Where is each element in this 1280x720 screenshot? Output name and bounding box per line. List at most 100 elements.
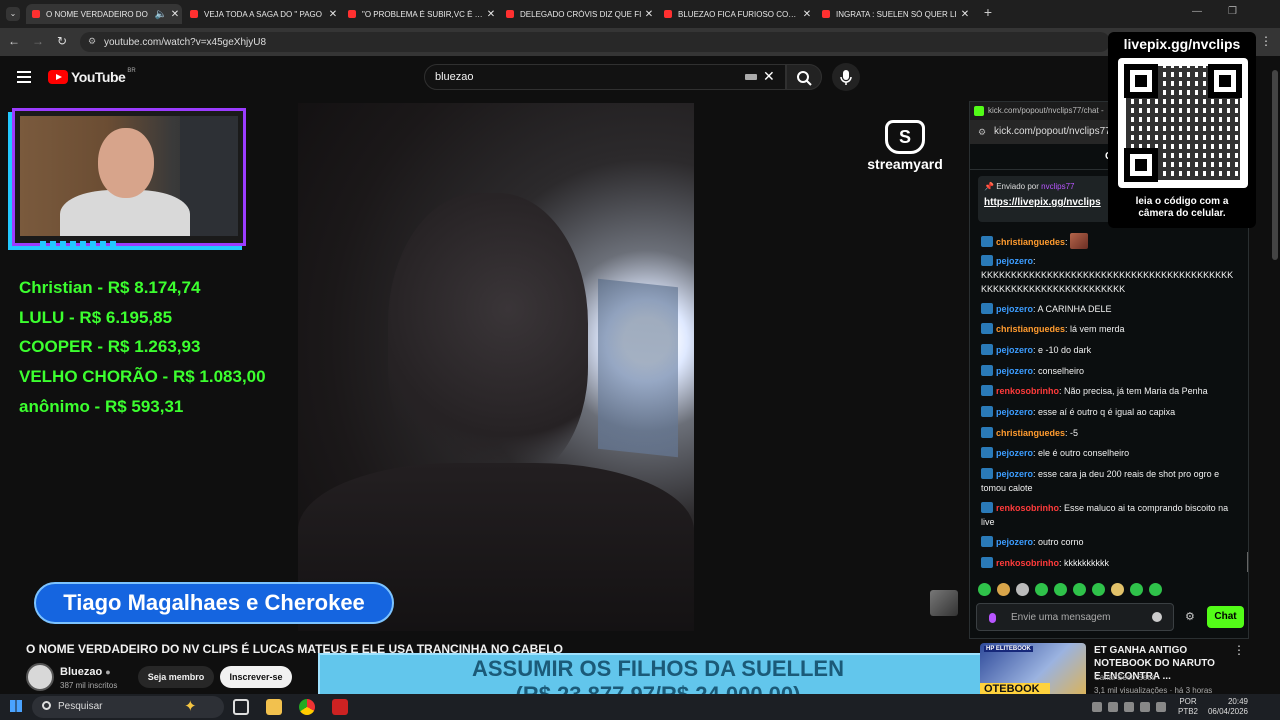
badge-icon [981, 427, 993, 438]
chat-message-input[interactable]: Envie uma mensagem [976, 603, 1174, 631]
site-info-icon[interactable]: ⚙ [978, 120, 986, 144]
chat-scrollbar[interactable] [1247, 552, 1248, 572]
copilot-sparkle-icon[interactable]: ✦ [184, 697, 197, 715]
network-icon[interactable] [1156, 702, 1166, 712]
page-scrollbar[interactable] [1272, 70, 1278, 260]
youtube-favicon-icon [506, 10, 514, 18]
tab-1[interactable]: VEJA TODA A SAGA DO " PAGO ✕ [184, 4, 340, 24]
badge-icon [981, 236, 993, 247]
youtube-play-icon [48, 70, 68, 84]
forward-icon[interactable]: → [30, 34, 46, 48]
keyboard-layout: PTB2 [1178, 707, 1199, 716]
chat-message: pejozero: esse cara ja deu 200 reais de … [981, 468, 1220, 493]
channel-name[interactable]: Bluezao ● [60, 666, 111, 678]
chat-message: renkosobrinho: Não precisa, já tem Maria… [981, 384, 1236, 398]
close-tab-icon[interactable]: ✕ [958, 9, 972, 20]
emote-icon[interactable] [1073, 583, 1086, 596]
tray-app-icon[interactable] [1108, 702, 1118, 712]
keyboard-icon[interactable] [745, 74, 757, 80]
clock[interactable]: 20:49 06/04/2026 [1202, 697, 1248, 717]
qr-caption-line: leia o código com a [1135, 196, 1229, 207]
tab-5[interactable]: INGRATA : SUELEN SÓ QUER LI ✕ [816, 4, 972, 24]
qr-code [1118, 58, 1248, 188]
pinned-by: 📌 Enviado por nvclips77 [984, 182, 1075, 191]
task-view-icon[interactable] [233, 699, 249, 715]
emote-icon[interactable] [1149, 583, 1162, 596]
tab-2[interactable]: "O PROBLEMA É SUBIR,VC É BR ✕ [342, 4, 498, 24]
emote-icon[interactable] [997, 583, 1010, 596]
emote-icon[interactable] [1092, 583, 1105, 596]
browser-menu-icon[interactable]: ⋮ [1258, 34, 1274, 48]
thumbnail-tag: HP ELITEBOOK [984, 646, 1033, 652]
language-indicator[interactable]: POR PTB2 [1178, 697, 1198, 717]
chat-settings-icon[interactable]: ⚙ [1185, 610, 1195, 623]
chat-message: renkosobrinho: Esse maluco ai ta compran… [981, 502, 1229, 527]
chat-message: pejozero: A CARINHA DELE [981, 302, 1236, 316]
close-tab-icon[interactable]: ✕ [800, 9, 814, 20]
tab-4[interactable]: BLUEZAO FICA FURIOSO COM N ✕ [658, 4, 814, 24]
chrome-icon[interactable] [299, 699, 315, 715]
tab-search-button[interactable]: ⌄ [6, 7, 20, 21]
chat-message: pejozero: outro corno [981, 535, 1236, 549]
back-icon[interactable]: ← [6, 34, 22, 48]
badge-icon [981, 406, 993, 417]
tray-app-icon[interactable] [1124, 702, 1134, 712]
search-input[interactable]: bluezao [424, 64, 786, 90]
maximize-icon[interactable]: ❐ [1228, 6, 1237, 17]
streamyard-logo: S streamyard [862, 120, 948, 172]
emoji-picker-icon[interactable] [1152, 612, 1162, 622]
tab-0[interactable]: O NOME VERDADEIRO DO 🔈 ✕ [26, 4, 182, 24]
site-info-icon[interactable]: ⚙ [88, 36, 96, 47]
close-tab-icon[interactable]: ✕ [326, 9, 340, 20]
qr-title: livepix.gg/nvclips [1123, 36, 1241, 52]
new-tab-button[interactable]: + [980, 4, 996, 24]
caption-banner: Tiago Magalhaes e Cherokee [34, 582, 394, 624]
clear-search-icon[interactable]: ✕ [763, 68, 775, 85]
speaker-icon[interactable]: 🔈 [154, 9, 168, 20]
chat-mic-icon[interactable] [989, 613, 996, 623]
webcam-person-face [98, 128, 154, 198]
subscriber-count: 387 mil inscritos [60, 681, 118, 690]
close-tab-icon[interactable]: ✕ [484, 9, 498, 20]
emote-icon[interactable] [1111, 583, 1124, 596]
menu-icon[interactable] [17, 71, 31, 83]
volume-icon[interactable] [1140, 702, 1150, 712]
tray-chevron-icon[interactable] [1092, 702, 1102, 712]
reload-icon[interactable]: ↻ [54, 34, 70, 48]
channel-avatar[interactable] [26, 663, 54, 691]
goal-text: ASSUMIR OS FILHOS DA SUELLEN [472, 656, 844, 681]
emote-icon[interactable] [978, 583, 991, 596]
emote-icon[interactable] [1130, 583, 1143, 596]
emote-icon[interactable] [1016, 583, 1029, 596]
windows-start-icon[interactable] [10, 700, 22, 712]
voice-search-button[interactable] [832, 63, 860, 91]
verified-icon: ● [105, 667, 111, 677]
app-icon[interactable] [332, 699, 348, 715]
subscribe-button[interactable]: Inscrever-se [220, 666, 292, 688]
close-tab-icon[interactable]: ✕ [642, 9, 656, 20]
youtube-logo[interactable]: YouTube BR [48, 68, 136, 85]
file-explorer-icon[interactable] [266, 699, 282, 715]
youtube-favicon-icon [190, 10, 198, 18]
close-tab-icon[interactable]: ✕ [168, 9, 182, 20]
badge-icon [981, 365, 993, 376]
tab-3[interactable]: DELEGADO CRÓVIS DIZ QUE FI ✕ [500, 4, 656, 24]
address-bar[interactable]: ⚙ youtube.com/watch?v=x45geXhjyU8 [80, 32, 1110, 52]
emote-icon[interactable] [1054, 583, 1067, 596]
video-player[interactable] [298, 103, 694, 631]
emote-icon [1070, 233, 1089, 249]
more-options-icon[interactable]: ⋮ [1233, 643, 1245, 657]
qr-caption: leia o código com a câmera do celular. [1108, 196, 1256, 220]
emote-icon[interactable] [1035, 583, 1048, 596]
badge-icon [981, 468, 993, 479]
youtube-header: YouTube BR bluezao [0, 56, 1280, 102]
search-icon [797, 71, 812, 86]
minimize-icon[interactable]: — [1192, 6, 1202, 17]
chat-send-button[interactable]: Chat [1207, 606, 1244, 628]
recommended-channel[interactable]: Canal Seco Seco [1094, 673, 1156, 682]
pinned-link[interactable]: https://livepix.gg/nvclips [984, 197, 1110, 208]
chat-message: christianguedes: lá vem merda [981, 322, 1236, 336]
pinned-message[interactable]: 📌 Enviado por nvclips77 https://livepix.… [978, 176, 1116, 222]
search-button[interactable] [786, 64, 822, 90]
join-button[interactable]: Seja membro [138, 666, 214, 688]
